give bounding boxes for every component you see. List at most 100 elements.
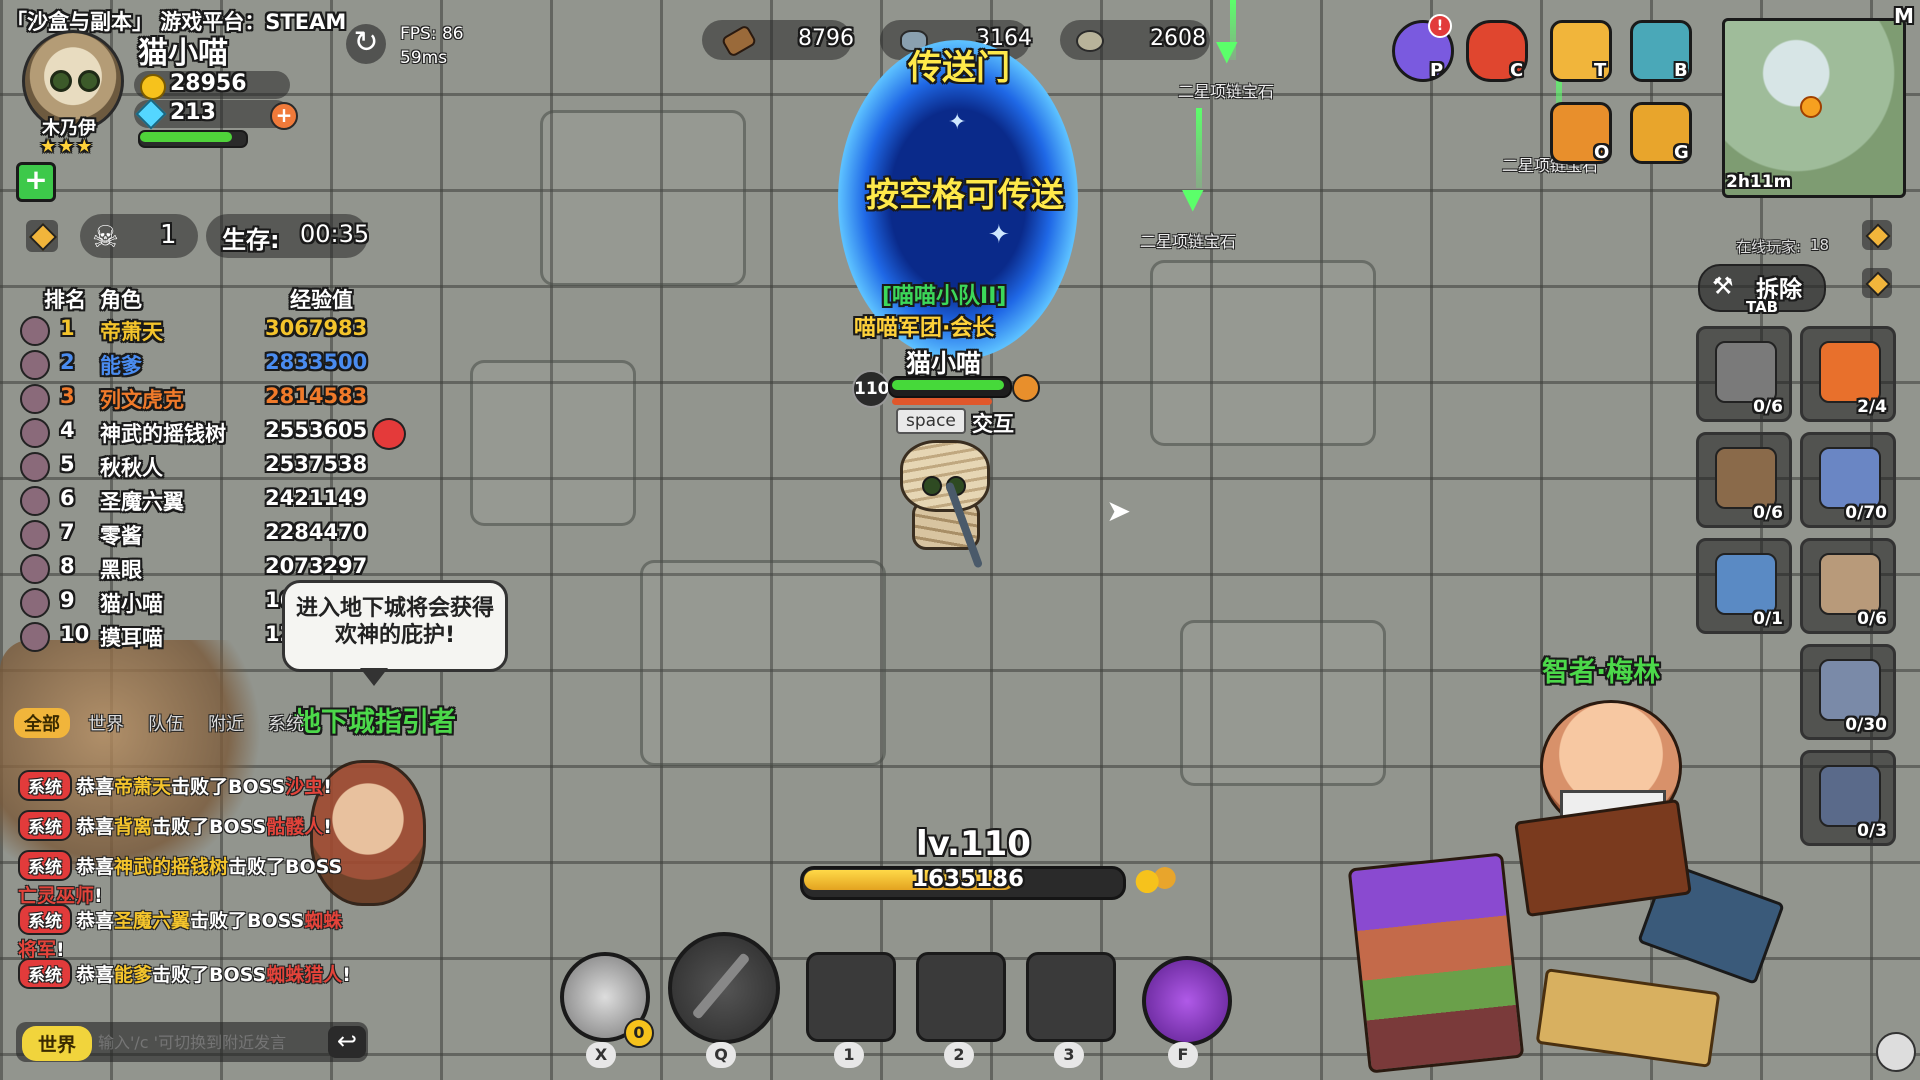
- chat-input[interactable]: [96, 1024, 330, 1060]
- skill-slot-1[interactable]: [806, 952, 896, 1042]
- add-gems-button[interactable]: +: [270, 102, 298, 130]
- chat-message: 系统 恭喜神武的摇钱树击败了BOSS亡灵巫师!: [18, 850, 358, 908]
- skill-key-q: Q: [706, 1042, 736, 1068]
- mummy-character: [900, 440, 990, 512]
- npc-name-guide[interactable]: 地下城指引者: [294, 700, 456, 739]
- chat-text: !: [323, 776, 332, 798]
- gem-drop-icon[interactable]: ▼: [1182, 182, 1204, 215]
- refresh-icon[interactable]: ↻: [346, 24, 386, 64]
- exp-value: 1635186: [912, 866, 1025, 892]
- menu-key-o: O: [1594, 142, 1610, 163]
- leaderboard-row: 7 零酱 2284470: [20, 518, 380, 550]
- floor-tile: [470, 360, 636, 526]
- gold-value: 28956: [170, 71, 247, 96]
- player-face-icon: [20, 384, 50, 414]
- chat-text: !: [323, 816, 332, 838]
- leaderboard-name: 圣魔六翼: [100, 490, 184, 514]
- bubble-line-1: 进入地下城将会获得: [295, 596, 494, 621]
- leaderboard-header-rank: 排名: [44, 288, 86, 312]
- chat-text: 恭喜: [76, 856, 115, 878]
- leaderboard-rank: 6: [60, 486, 75, 510]
- building-slot[interactable]: 0/30: [1800, 644, 1896, 740]
- building-count: 0/1: [1753, 609, 1783, 629]
- building-slot[interactable]: 0/70: [1800, 432, 1896, 528]
- level-label: lv.110: [916, 824, 1031, 864]
- metal-door-icon: [1819, 765, 1881, 827]
- chat-tab-team[interactable]: 队伍: [148, 710, 184, 736]
- menu-key-p: P: [1430, 60, 1444, 81]
- leaderboard-exp: 2553605: [265, 418, 368, 442]
- chat-boss: 沙虫: [285, 776, 324, 798]
- chat-player: 背离: [114, 816, 153, 838]
- building-count: 2/4: [1857, 397, 1887, 417]
- building-slot[interactable]: 0/3: [1800, 750, 1896, 846]
- player-face-icon: [20, 622, 50, 652]
- avatar-eye: [50, 70, 72, 92]
- skill-key-f: F: [1168, 1042, 1198, 1068]
- leaderboard-name: 黑眼: [100, 558, 142, 582]
- chat-tab-nearby[interactable]: 附近: [208, 710, 244, 736]
- building-count: 0/30: [1845, 715, 1887, 735]
- chat-text: 击败了BOSS: [228, 856, 343, 878]
- chat-text: 击败了BOSS: [152, 816, 267, 838]
- leaderboard-row: 3 列文虎克 2814583: [20, 382, 380, 414]
- chat-boss: 骷髅人: [266, 816, 324, 838]
- coin-pile-icon: [1134, 860, 1178, 896]
- character-level-badge: 110: [852, 370, 890, 408]
- chat-player: 帝萧天: [114, 776, 172, 798]
- minimap-player-marker: [1800, 96, 1822, 118]
- system-badge: 系统: [18, 850, 72, 881]
- skill-slot-2[interactable]: [916, 952, 1006, 1042]
- sparkle-icon: ✦: [988, 220, 1010, 250]
- chat-tab-system[interactable]: 系统: [268, 710, 304, 736]
- avatar-eye: [78, 70, 100, 92]
- leaderboard-exp: 2537538: [265, 452, 368, 476]
- building-slot[interactable]: 0/1: [1696, 538, 1792, 634]
- player-face-icon: [20, 316, 50, 346]
- building-slot[interactable]: 0/6: [1696, 326, 1792, 422]
- rock-pillar-icon: [1819, 659, 1881, 721]
- add-friend-button[interactable]: +: [16, 162, 56, 202]
- gem-value: 213: [170, 100, 216, 125]
- building-count: 0/3: [1857, 821, 1887, 841]
- purple-beetle-icon[interactable]: [1142, 956, 1232, 1046]
- chat-text: !: [342, 964, 351, 986]
- send-icon[interactable]: ↩: [328, 1026, 366, 1058]
- building-slot[interactable]: 0/6: [1696, 432, 1792, 528]
- building-slot[interactable]: 0/6: [1800, 538, 1896, 634]
- minimap-key: M: [1894, 4, 1914, 28]
- chat-tab-all[interactable]: 全部: [14, 708, 70, 738]
- leaderboard-rank: 2: [60, 350, 75, 374]
- chat-message: 系统 恭喜帝萧天击败了BOSS沙虫!: [18, 770, 358, 801]
- chat-text: 恭喜: [76, 816, 115, 838]
- leaderboard-exp: 2814583: [265, 384, 368, 408]
- pin-icon[interactable]: [1862, 268, 1892, 298]
- skill-key-3: 3: [1054, 1042, 1084, 1068]
- npc-name-merlin[interactable]: 智者·梅林: [1542, 650, 1660, 689]
- gem-drop-icon[interactable]: ▼: [1216, 34, 1238, 67]
- skill-slot-3[interactable]: [1026, 952, 1116, 1042]
- character-hp-fill: [892, 380, 1004, 390]
- leaderboard-exp: 3067983: [265, 316, 368, 340]
- building-count: 0/6: [1857, 609, 1887, 629]
- player-hp-fill: [140, 132, 232, 142]
- leaderboard-row: 5 秋秋人 2537538: [20, 450, 380, 482]
- survive-label: 生存:: [222, 226, 280, 254]
- pin-icon[interactable]: [26, 220, 58, 252]
- chat-message: 系统 恭喜圣魔六翼击败了BOSS蜘蛛将军!: [18, 904, 358, 962]
- chat-tab-world[interactable]: 世界: [88, 710, 124, 736]
- leaderboard-row: 6 圣魔六翼 2421149: [20, 484, 380, 516]
- menu-key-t: T: [1594, 60, 1607, 81]
- building-slot[interactable]: 2/4: [1800, 326, 1896, 422]
- chat-player: 能爹: [114, 964, 153, 986]
- player-name: 猫小喵: [138, 36, 228, 71]
- cat-logo-icon: [1876, 1032, 1916, 1072]
- chat-message: 系统 恭喜能爹击败了BOSS蜘蛛猎人!: [18, 958, 358, 989]
- mouse-cursor-icon: ➤: [1106, 494, 1132, 529]
- hammer-icon: ⚒: [1712, 272, 1734, 300]
- pin-icon[interactable]: [1862, 220, 1892, 250]
- chat-channel-select[interactable]: 世界: [22, 1026, 93, 1061]
- survive-time: 00:35: [300, 220, 370, 248]
- ice-door-icon: [1715, 553, 1777, 615]
- menu-key-b: B: [1674, 60, 1688, 81]
